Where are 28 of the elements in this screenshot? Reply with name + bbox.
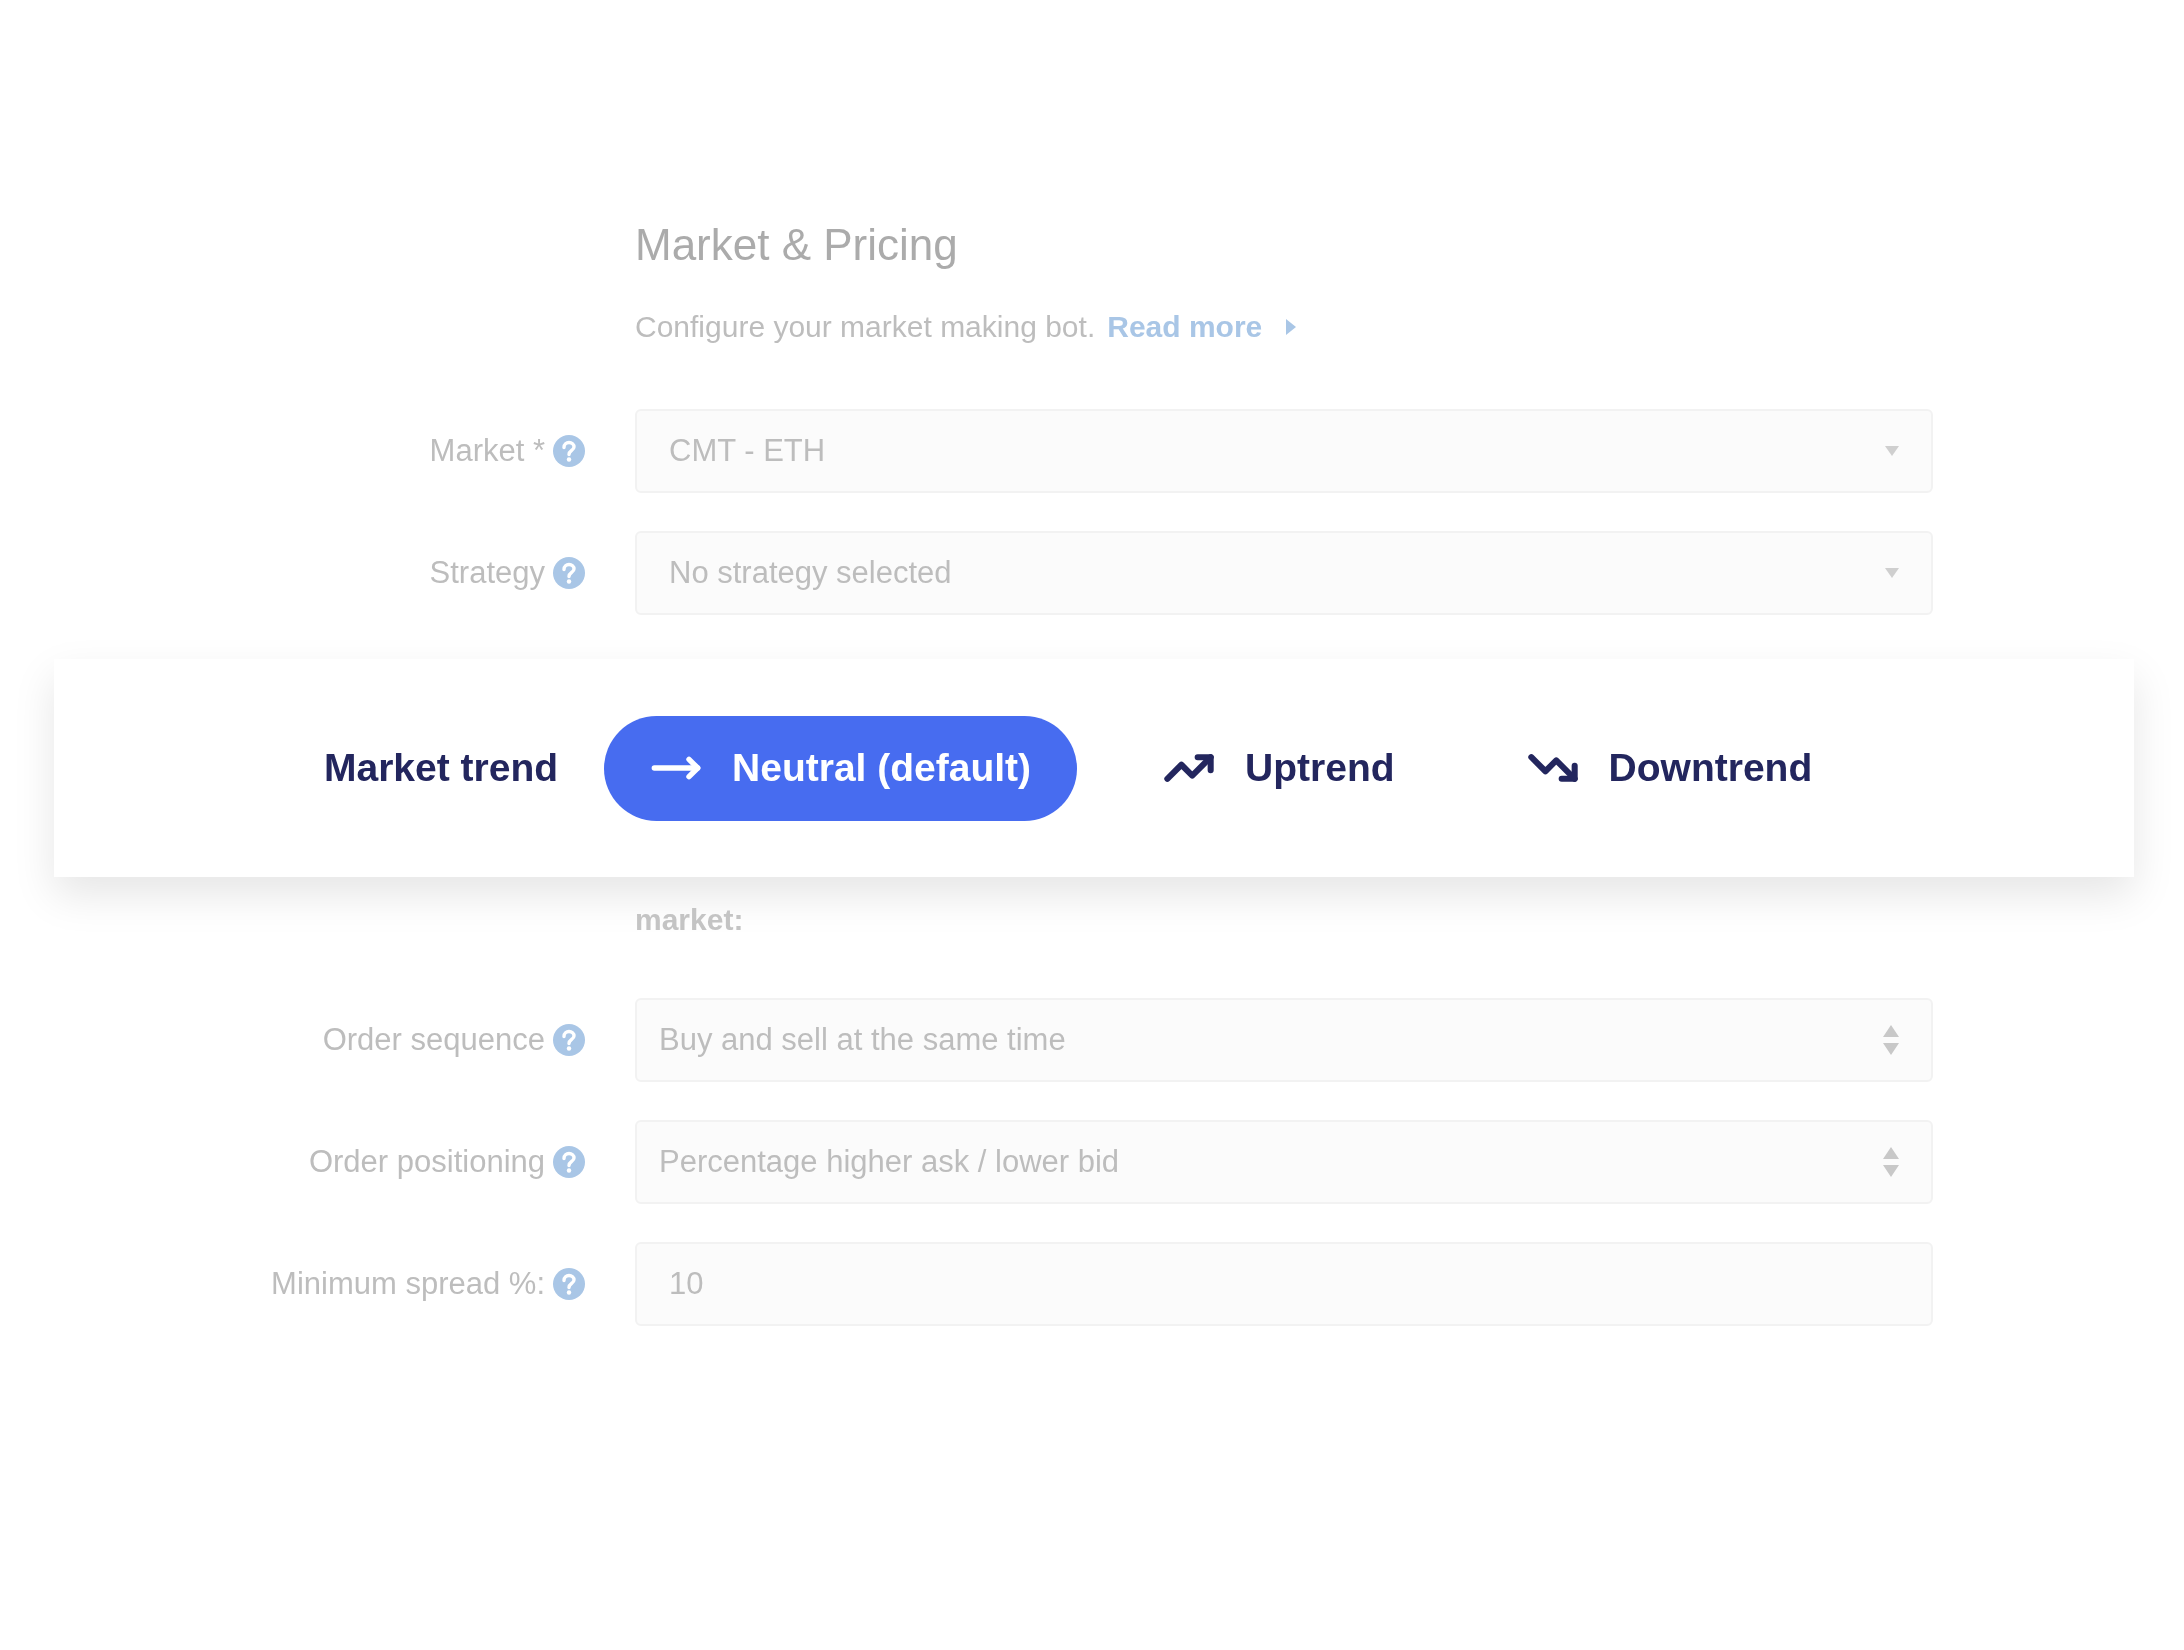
caret-icon xyxy=(1885,446,1899,456)
read-more-link[interactable]: Read more xyxy=(1107,304,1263,349)
market-trend-label: Market trend xyxy=(324,744,559,791)
help-icon[interactable] xyxy=(553,1268,585,1300)
caret-icon xyxy=(1885,568,1899,578)
field-label: Order sequence xyxy=(322,1020,545,1059)
trend-option-tab[interactable]: Downtrend xyxy=(1480,715,1859,821)
field-label: Minimum spread %: xyxy=(271,1264,545,1303)
select-field[interactable]: Percentage higher ask / lower bid xyxy=(635,1120,1933,1204)
help-icon[interactable] xyxy=(553,1024,585,1056)
trend-option-tab[interactable]: Uptrend xyxy=(1117,715,1441,821)
trend-option-tab[interactable]: Neutral (default) xyxy=(604,715,1078,821)
field-label: Order positioning xyxy=(308,1142,545,1181)
select-field[interactable]: Buy and sell at the same time xyxy=(635,998,1933,1082)
section-title: Market & Pricing xyxy=(635,219,959,271)
up-down-icon xyxy=(1883,1147,1899,1177)
caret-right-icon xyxy=(1286,318,1297,335)
field-label: Strategy xyxy=(429,553,545,592)
field-label: Market * xyxy=(429,431,545,470)
note-text: market: xyxy=(635,903,744,936)
help-icon[interactable] xyxy=(553,435,585,467)
select-field[interactable]: CMT - ETH xyxy=(635,409,1933,493)
input-field[interactable]: 10 xyxy=(635,1242,1933,1326)
help-icon[interactable] xyxy=(553,557,585,589)
help-icon[interactable] xyxy=(553,1146,585,1178)
section-description: Configure your market making bot. xyxy=(635,309,1096,345)
up-down-icon xyxy=(1883,1025,1899,1055)
select-field[interactable]: No strategy selected xyxy=(635,531,1933,615)
